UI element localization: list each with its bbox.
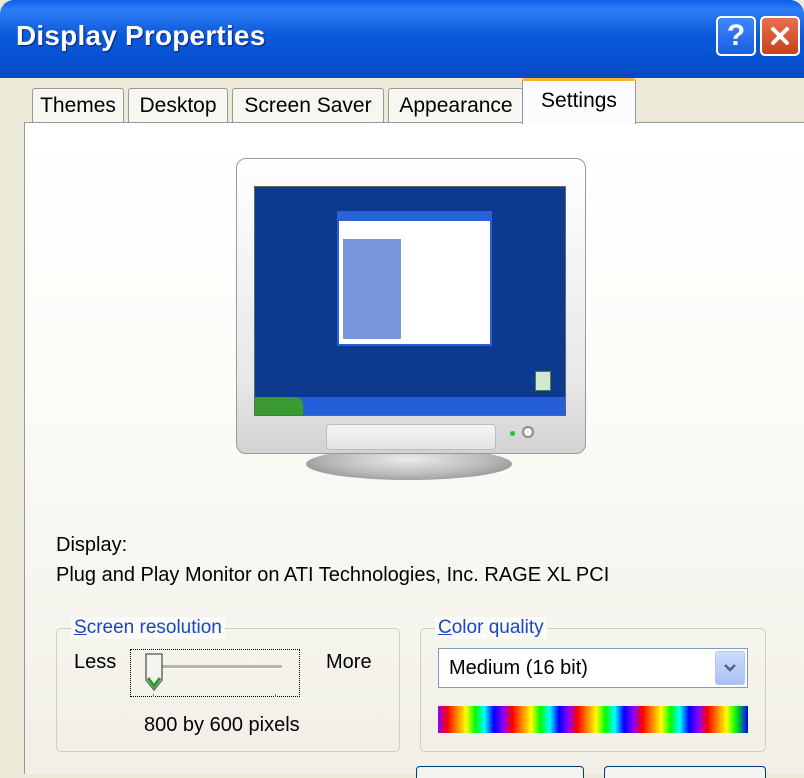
tab-label: Settings xyxy=(541,89,617,112)
resolution-value: 800 by 600 pixels xyxy=(144,714,300,736)
advanced-button[interactable] xyxy=(604,766,766,778)
display-heading: Display: xyxy=(56,534,128,556)
color-quality-value: Medium (16 bit) xyxy=(449,657,588,679)
screen-resolution-legend: Screen resolution xyxy=(71,617,225,639)
tab-label: Screen Saver xyxy=(244,93,372,117)
preview-window xyxy=(337,211,492,346)
tab-settings[interactable]: Settings xyxy=(522,78,636,124)
color-quality-legend: Color quality xyxy=(435,617,547,639)
more-label: More xyxy=(326,651,372,673)
desktop-preview xyxy=(254,186,566,416)
tab-label: Themes xyxy=(40,93,116,117)
color-quality-group: Color quality xyxy=(420,617,766,752)
power-button-icon xyxy=(522,426,534,438)
close-icon xyxy=(771,27,789,45)
slider-tick xyxy=(275,694,276,697)
preview-start-button xyxy=(255,397,303,415)
close-button[interactable] xyxy=(760,16,800,56)
window-title: Display Properties xyxy=(16,20,266,51)
display-device: Plug and Play Monitor on ATI Technologie… xyxy=(56,564,610,586)
color-preview-bar xyxy=(438,706,748,733)
title-bar[interactable]: Display Properties ? xyxy=(0,0,804,78)
slider-track[interactable] xyxy=(150,665,282,669)
slider-tick xyxy=(153,694,154,697)
slider-thumb[interactable] xyxy=(144,652,164,692)
help-button[interactable]: ? xyxy=(716,16,756,56)
color-quality-select[interactable]: Medium (16 bit) xyxy=(438,648,748,688)
power-led-icon xyxy=(510,431,515,436)
tab-themes[interactable]: Themes xyxy=(32,88,124,122)
recycle-bin-icon xyxy=(535,371,551,391)
tab-appearance[interactable]: Appearance xyxy=(388,88,524,122)
monitor-front-panel xyxy=(326,424,496,450)
dropdown-button[interactable] xyxy=(715,651,745,685)
tab-label: Desktop xyxy=(139,93,217,117)
tab-label: Appearance xyxy=(399,93,513,117)
tab-desktop[interactable]: Desktop xyxy=(128,88,228,122)
chevron-down-icon xyxy=(724,664,736,672)
troubleshoot-button[interactable] xyxy=(416,766,584,778)
tab-screen-saver[interactable]: Screen Saver xyxy=(232,88,384,122)
help-icon: ? xyxy=(726,19,746,52)
less-label: Less xyxy=(74,651,117,673)
